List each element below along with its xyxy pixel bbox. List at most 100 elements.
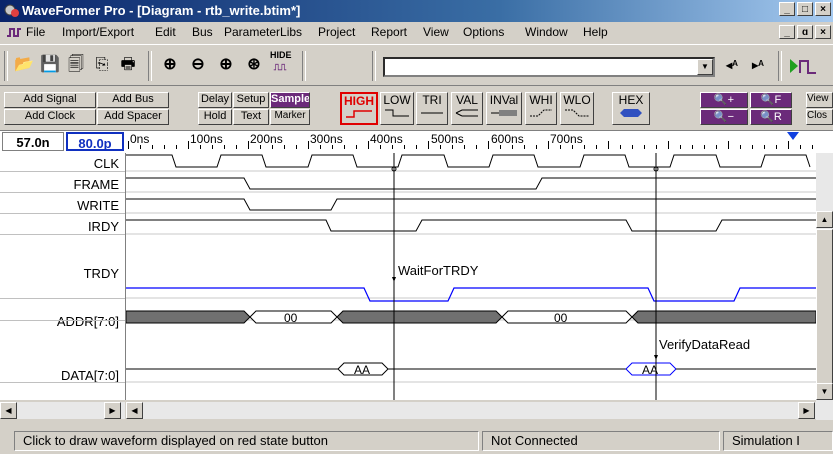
chevron-down-icon[interactable]: ▼ bbox=[697, 59, 713, 75]
menu-parameterlibs[interactable]: ParameterLibs bbox=[224, 25, 302, 39]
add-bus-button[interactable]: Add Bus bbox=[97, 92, 169, 108]
wave-horizontal-scrollbar[interactable]: ◀ ▶ bbox=[126, 402, 816, 419]
document-icon[interactable] bbox=[6, 26, 22, 38]
hide-button[interactable]: HIDE ⎍⎍ bbox=[270, 49, 292, 72]
menu-view[interactable]: View bbox=[423, 25, 449, 39]
signal-name[interactable]: TRDY bbox=[84, 266, 119, 281]
ruler-tick bbox=[308, 141, 309, 149]
signal-name[interactable]: CLK bbox=[94, 156, 119, 171]
scroll-right-icon[interactable]: ▶ bbox=[798, 402, 815, 419]
state-inval-button[interactable]: INVal bbox=[486, 92, 522, 125]
menu-import-export[interactable]: Import/Export bbox=[62, 25, 134, 39]
time-ruler[interactable]: 0ns 100ns 200ns 300ns 400ns 500ns 600ns 700ns bbox=[128, 130, 818, 152]
menu-file[interactable]: File bbox=[26, 25, 45, 39]
state-hex-button[interactable]: HEX bbox=[612, 92, 650, 125]
row-separator bbox=[0, 298, 125, 299]
marker-button[interactable]: Marker bbox=[270, 109, 310, 125]
search-combo[interactable]: ▼ bbox=[383, 57, 715, 77]
end-marker-icon[interactable] bbox=[786, 131, 800, 141]
add-spacer-button[interactable]: Add Spacer bbox=[97, 109, 169, 125]
vertical-scrollbar[interactable]: ▲ ▼ bbox=[816, 153, 833, 420]
child-minimize-button[interactable]: _ bbox=[779, 25, 795, 39]
ruler-tick bbox=[164, 145, 165, 149]
hold-button[interactable]: Hold bbox=[198, 109, 232, 125]
state-low-button[interactable]: LOW bbox=[380, 92, 414, 125]
ruler-tick bbox=[692, 145, 693, 149]
ruler-label: 700ns bbox=[550, 132, 583, 146]
state-val-button[interactable]: VAL bbox=[451, 92, 483, 125]
ruler-tick bbox=[512, 145, 513, 149]
state-whi-button[interactable]: WHI bbox=[525, 92, 557, 125]
ruler-label: 300ns bbox=[310, 132, 343, 146]
sample-button[interactable]: Sample bbox=[270, 92, 310, 108]
add-clock-button[interactable]: Add Clock bbox=[4, 109, 96, 125]
child-restore-button[interactable]: ɑ bbox=[797, 25, 813, 39]
maximize-button[interactable]: □ bbox=[797, 2, 813, 16]
scroll-left-icon[interactable]: ◀ bbox=[0, 402, 17, 419]
menu-help[interactable]: Help bbox=[583, 25, 608, 39]
ruler-tick bbox=[776, 145, 777, 149]
add-signal-button[interactable]: Add Signal bbox=[4, 92, 96, 108]
waveform-area[interactable]: 00 00AA AAWaitForTRDYVerifyDataRead bbox=[126, 153, 816, 400]
state-tri-button[interactable]: TRI bbox=[416, 92, 448, 125]
ruler-tick bbox=[440, 145, 441, 149]
copy-icon[interactable]: ⎘ bbox=[92, 55, 112, 75]
menu-project[interactable]: Project bbox=[318, 25, 355, 39]
setup-button[interactable]: Setup bbox=[233, 92, 269, 108]
signal-name[interactable]: ADDR[7:0] bbox=[57, 314, 119, 329]
view-button[interactable]: View bbox=[806, 92, 833, 108]
scroll-left-icon[interactable]: ◀ bbox=[126, 402, 143, 419]
ruler-tick bbox=[224, 145, 225, 149]
zoom-in-full-button[interactable]: 🔍+ bbox=[700, 92, 748, 108]
scroll-up-icon[interactable]: ▲ bbox=[816, 211, 833, 228]
save-icon[interactable]: 💾 bbox=[40, 55, 60, 75]
ruler-tick bbox=[152, 145, 153, 149]
close-button[interactable]: × bbox=[815, 2, 831, 16]
names-horizontal-scrollbar[interactable]: ◀ ▶ bbox=[0, 402, 125, 419]
ruler-tick bbox=[632, 145, 633, 149]
ruler-tick bbox=[404, 145, 405, 149]
find-next-icon[interactable]: ▸ᴬ bbox=[748, 55, 768, 75]
menu-window[interactable]: Window bbox=[525, 25, 568, 39]
find-previous-icon[interactable]: ◂ᴬ bbox=[722, 55, 742, 75]
signal-name[interactable]: DATA[7:0] bbox=[61, 368, 119, 383]
child-close-button[interactable]: × bbox=[815, 25, 831, 39]
app-icon[interactable] bbox=[4, 3, 20, 19]
zoom-f-button[interactable]: 🔍F bbox=[750, 92, 792, 108]
signal-name[interactable]: WRITE bbox=[77, 198, 119, 213]
close-diagram-button[interactable]: Clos bbox=[806, 109, 833, 125]
zoom-r-button[interactable]: 🔍R bbox=[750, 109, 792, 125]
zoom-full-icon[interactable]: ⊛ bbox=[244, 55, 264, 75]
menu-options[interactable]: Options bbox=[463, 25, 504, 39]
zoom-range-icon[interactable]: ⊕ bbox=[216, 55, 236, 75]
scroll-down-icon[interactable]: ▼ bbox=[816, 383, 833, 400]
scroll-thumb[interactable] bbox=[816, 229, 833, 389]
zoom-out-full-button[interactable]: 🔍− bbox=[700, 109, 748, 125]
delta-time-display[interactable]: 80.0p bbox=[66, 132, 124, 151]
signal-name[interactable]: FRAME bbox=[74, 177, 120, 192]
text-button[interactable]: Text bbox=[233, 109, 269, 125]
open-folder-icon[interactable]: 📂 bbox=[14, 55, 34, 75]
menu-report[interactable]: Report bbox=[371, 25, 407, 39]
save-all-icon[interactable]: 🗐 bbox=[66, 55, 86, 75]
menu-edit[interactable]: Edit bbox=[155, 25, 176, 39]
scroll-right-icon[interactable]: ▶ bbox=[104, 402, 121, 419]
ruler-tick bbox=[488, 141, 489, 149]
ruler-tick bbox=[500, 145, 501, 149]
cursor-time-display[interactable]: 57.0n bbox=[2, 132, 64, 151]
state-label: WHI bbox=[529, 93, 553, 107]
zoom-out-icon[interactable]: ⊖ bbox=[188, 55, 208, 75]
delay-button[interactable]: Delay bbox=[198, 92, 232, 108]
state-wlo-button[interactable]: WLO bbox=[560, 92, 594, 125]
ruler-label: 200ns bbox=[250, 132, 283, 146]
zoom-in-icon[interactable]: ⊕ bbox=[160, 55, 180, 75]
hide-label: HIDE bbox=[270, 50, 292, 60]
print-icon[interactable]: 🖶 bbox=[118, 55, 138, 75]
ruler-tick bbox=[260, 145, 261, 149]
minimize-button[interactable]: _ bbox=[779, 2, 795, 16]
row-separator bbox=[0, 213, 125, 214]
menu-bus[interactable]: Bus bbox=[192, 25, 213, 39]
simulate-icon[interactable] bbox=[788, 57, 818, 75]
state-high-button[interactable]: HIGH bbox=[340, 92, 378, 125]
signal-name[interactable]: IRDY bbox=[88, 219, 119, 234]
